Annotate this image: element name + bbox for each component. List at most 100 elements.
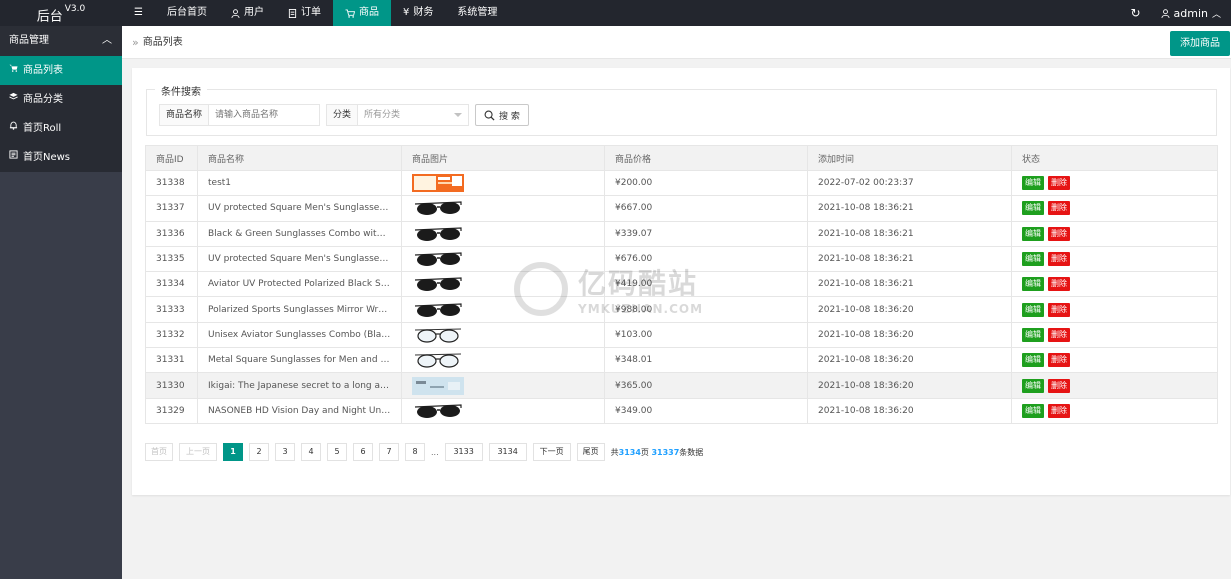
search-form: 商品名称 分类 所有分类 搜 索 (159, 104, 529, 126)
user-menu[interactable]: admin ︿ (1151, 7, 1231, 20)
category-select[interactable]: 所有分类 (358, 105, 468, 125)
pager-page-5[interactable]: 5 (327, 443, 347, 461)
edit-button[interactable]: 编辑 (1022, 201, 1044, 216)
layers-icon (9, 85, 18, 114)
cell-id: 31335 (145, 245, 198, 273)
sidebar: 商品管理 ︿ 商品列表 商品分类 首页Roll 首页News (0, 26, 122, 579)
cell-time: 2021-10-08 18:36:21 (807, 220, 1012, 247)
topnav-item-user[interactable]: 用户 (219, 0, 276, 26)
app-title: 后台 (36, 9, 63, 25)
product-thumbnail (412, 401, 464, 420)
goods-name-field: 商品名称 (159, 104, 321, 126)
sidebar-group-goods[interactable]: 商品管理 ︿ (0, 26, 122, 56)
cell-name: Ikigai: The Japanese secret to a long an… (197, 372, 402, 399)
sidebar-item-goods-category[interactable]: 商品分类 (0, 85, 122, 114)
menu-toggle-button[interactable]: ☰ (122, 0, 155, 26)
cell-time: 2021-10-08 18:36:21 (807, 245, 1012, 273)
document-icon (288, 8, 297, 18)
pager-first[interactable]: 首页 (145, 443, 173, 461)
refresh-icon: ↻ (1130, 6, 1141, 20)
edit-button[interactable]: 编辑 (1022, 327, 1044, 342)
goods-name-input[interactable] (209, 105, 320, 125)
app-logo[interactable]: 后台V3.0 (0, 0, 122, 26)
edit-button[interactable]: 编辑 (1022, 378, 1044, 393)
user-name: admin (1173, 6, 1208, 20)
edit-button[interactable]: 编辑 (1022, 302, 1044, 317)
table-row: 31337 UV protected Square Men's Sunglasse… (145, 195, 1218, 222)
pager-last[interactable]: 尾页 (576, 443, 605, 461)
topnav-item-order[interactable]: 订单 (276, 0, 333, 26)
delete-button[interactable]: 删除 (1048, 252, 1070, 267)
pager-page-6[interactable]: 6 (353, 443, 373, 461)
pager-page-3133[interactable]: 3133 (444, 443, 483, 461)
pager-page-7[interactable]: 7 (379, 443, 399, 461)
edit-button[interactable]: 编辑 (1022, 252, 1044, 267)
add-goods-button[interactable]: 添加商品 (1170, 31, 1230, 56)
pager-page-8[interactable]: 8 (405, 443, 425, 461)
delete-button[interactable]: 删除 (1048, 226, 1070, 241)
col-header-image[interactable]: 商品图片 (401, 145, 605, 171)
bell-icon (9, 114, 18, 143)
pager-page-1[interactable]: 1 (223, 443, 243, 461)
table-row: 31332 Unisex Aviator Sunglasses Combo (Bl… (145, 321, 1218, 349)
cell-image (401, 220, 605, 247)
edit-button[interactable]: 编辑 (1022, 403, 1044, 418)
cart-icon (345, 8, 355, 18)
delete-button[interactable]: 删除 (1048, 176, 1070, 191)
cell-price: ¥349.00 (604, 397, 808, 424)
refresh-button[interactable]: ↻ (1121, 6, 1151, 20)
app-version: V3.0 (64, 4, 86, 14)
edit-button[interactable]: 编辑 (1022, 176, 1044, 191)
col-header-time[interactable]: 添加时间 (807, 145, 1012, 171)
top-bar: 后台V3.0 ☰ 后台首页 用户 订单 商品 ¥ 财务 系统管理 ↻ admin… (0, 0, 1231, 26)
table-header-row: 商品ID 商品名称 商品图片 商品价格 添加时间 状态 (145, 145, 1218, 171)
col-header-id[interactable]: 商品ID (145, 145, 198, 171)
breadcrumb-bar: » 商品列表 添加商品 (122, 26, 1231, 59)
delete-button[interactable]: 删除 (1048, 353, 1070, 368)
delete-button[interactable]: 删除 (1048, 327, 1070, 342)
delete-button[interactable]: 删除 (1048, 201, 1070, 216)
pager-prev[interactable]: 上一页 (179, 443, 217, 461)
cell-price: ¥200.00 (604, 169, 808, 197)
product-thumbnail (412, 325, 464, 344)
pager-page-3[interactable]: 3 (275, 443, 295, 461)
cell-name: NASONEB HD Vision Day and Night Unisex H… (197, 397, 402, 424)
cell-name: UV protected Square Men's Sunglasses (P3… (197, 195, 402, 222)
sidebar-item-home-roll[interactable]: 首页Roll (0, 114, 122, 143)
cell-actions: 编辑 删除 (1011, 271, 1218, 298)
pager-page-2[interactable]: 2 (249, 443, 269, 461)
search-button[interactable]: 搜 索 (475, 104, 529, 126)
cell-image (401, 195, 605, 222)
topnav-item-finance[interactable]: ¥ 财务 (391, 0, 445, 26)
edit-button[interactable]: 编辑 (1022, 353, 1044, 368)
topnav-item-goods[interactable]: 商品 (332, 0, 391, 26)
delete-button[interactable]: 删除 (1048, 302, 1070, 317)
cell-actions: 编辑 删除 (1011, 347, 1218, 374)
col-header-price[interactable]: 商品价格 (604, 145, 808, 171)
pager-page-4[interactable]: 4 (301, 443, 321, 461)
goods-name-label: 商品名称 (160, 105, 210, 125)
pagination: 首页 上一页 1 2 3 4 5 6 7 8 ... 3133 3134 下一页… (145, 443, 703, 461)
cell-name: Black & Green Sunglasses Combo with UV P… (197, 220, 402, 247)
cell-id: 31329 (145, 397, 198, 424)
col-header-status[interactable]: 状态 (1011, 145, 1218, 171)
product-thumbnail (412, 174, 464, 193)
sidebar-item-home-news[interactable]: 首页News (0, 143, 122, 172)
breadcrumb: » 商品列表 (132, 26, 183, 59)
user-icon (231, 8, 240, 18)
edit-button[interactable]: 编辑 (1022, 277, 1044, 292)
delete-button[interactable]: 删除 (1048, 277, 1070, 292)
cell-actions: 编辑 删除 (1011, 372, 1218, 399)
topnav-item-system[interactable]: 系统管理 (445, 0, 509, 26)
col-header-name[interactable]: 商品名称 (197, 145, 402, 171)
edit-button[interactable]: 编辑 (1022, 226, 1044, 241)
category-field: 分类 所有分类 (326, 104, 470, 126)
sidebar-item-goods-list[interactable]: 商品列表 (0, 56, 122, 85)
cell-image (401, 372, 605, 399)
cell-id: 31337 (145, 195, 198, 222)
pager-next[interactable]: 下一页 (532, 443, 571, 461)
topnav-item-home[interactable]: 后台首页 (155, 0, 219, 26)
delete-button[interactable]: 删除 (1048, 378, 1070, 393)
delete-button[interactable]: 删除 (1048, 403, 1070, 418)
pager-page-3134[interactable]: 3134 (488, 443, 527, 461)
